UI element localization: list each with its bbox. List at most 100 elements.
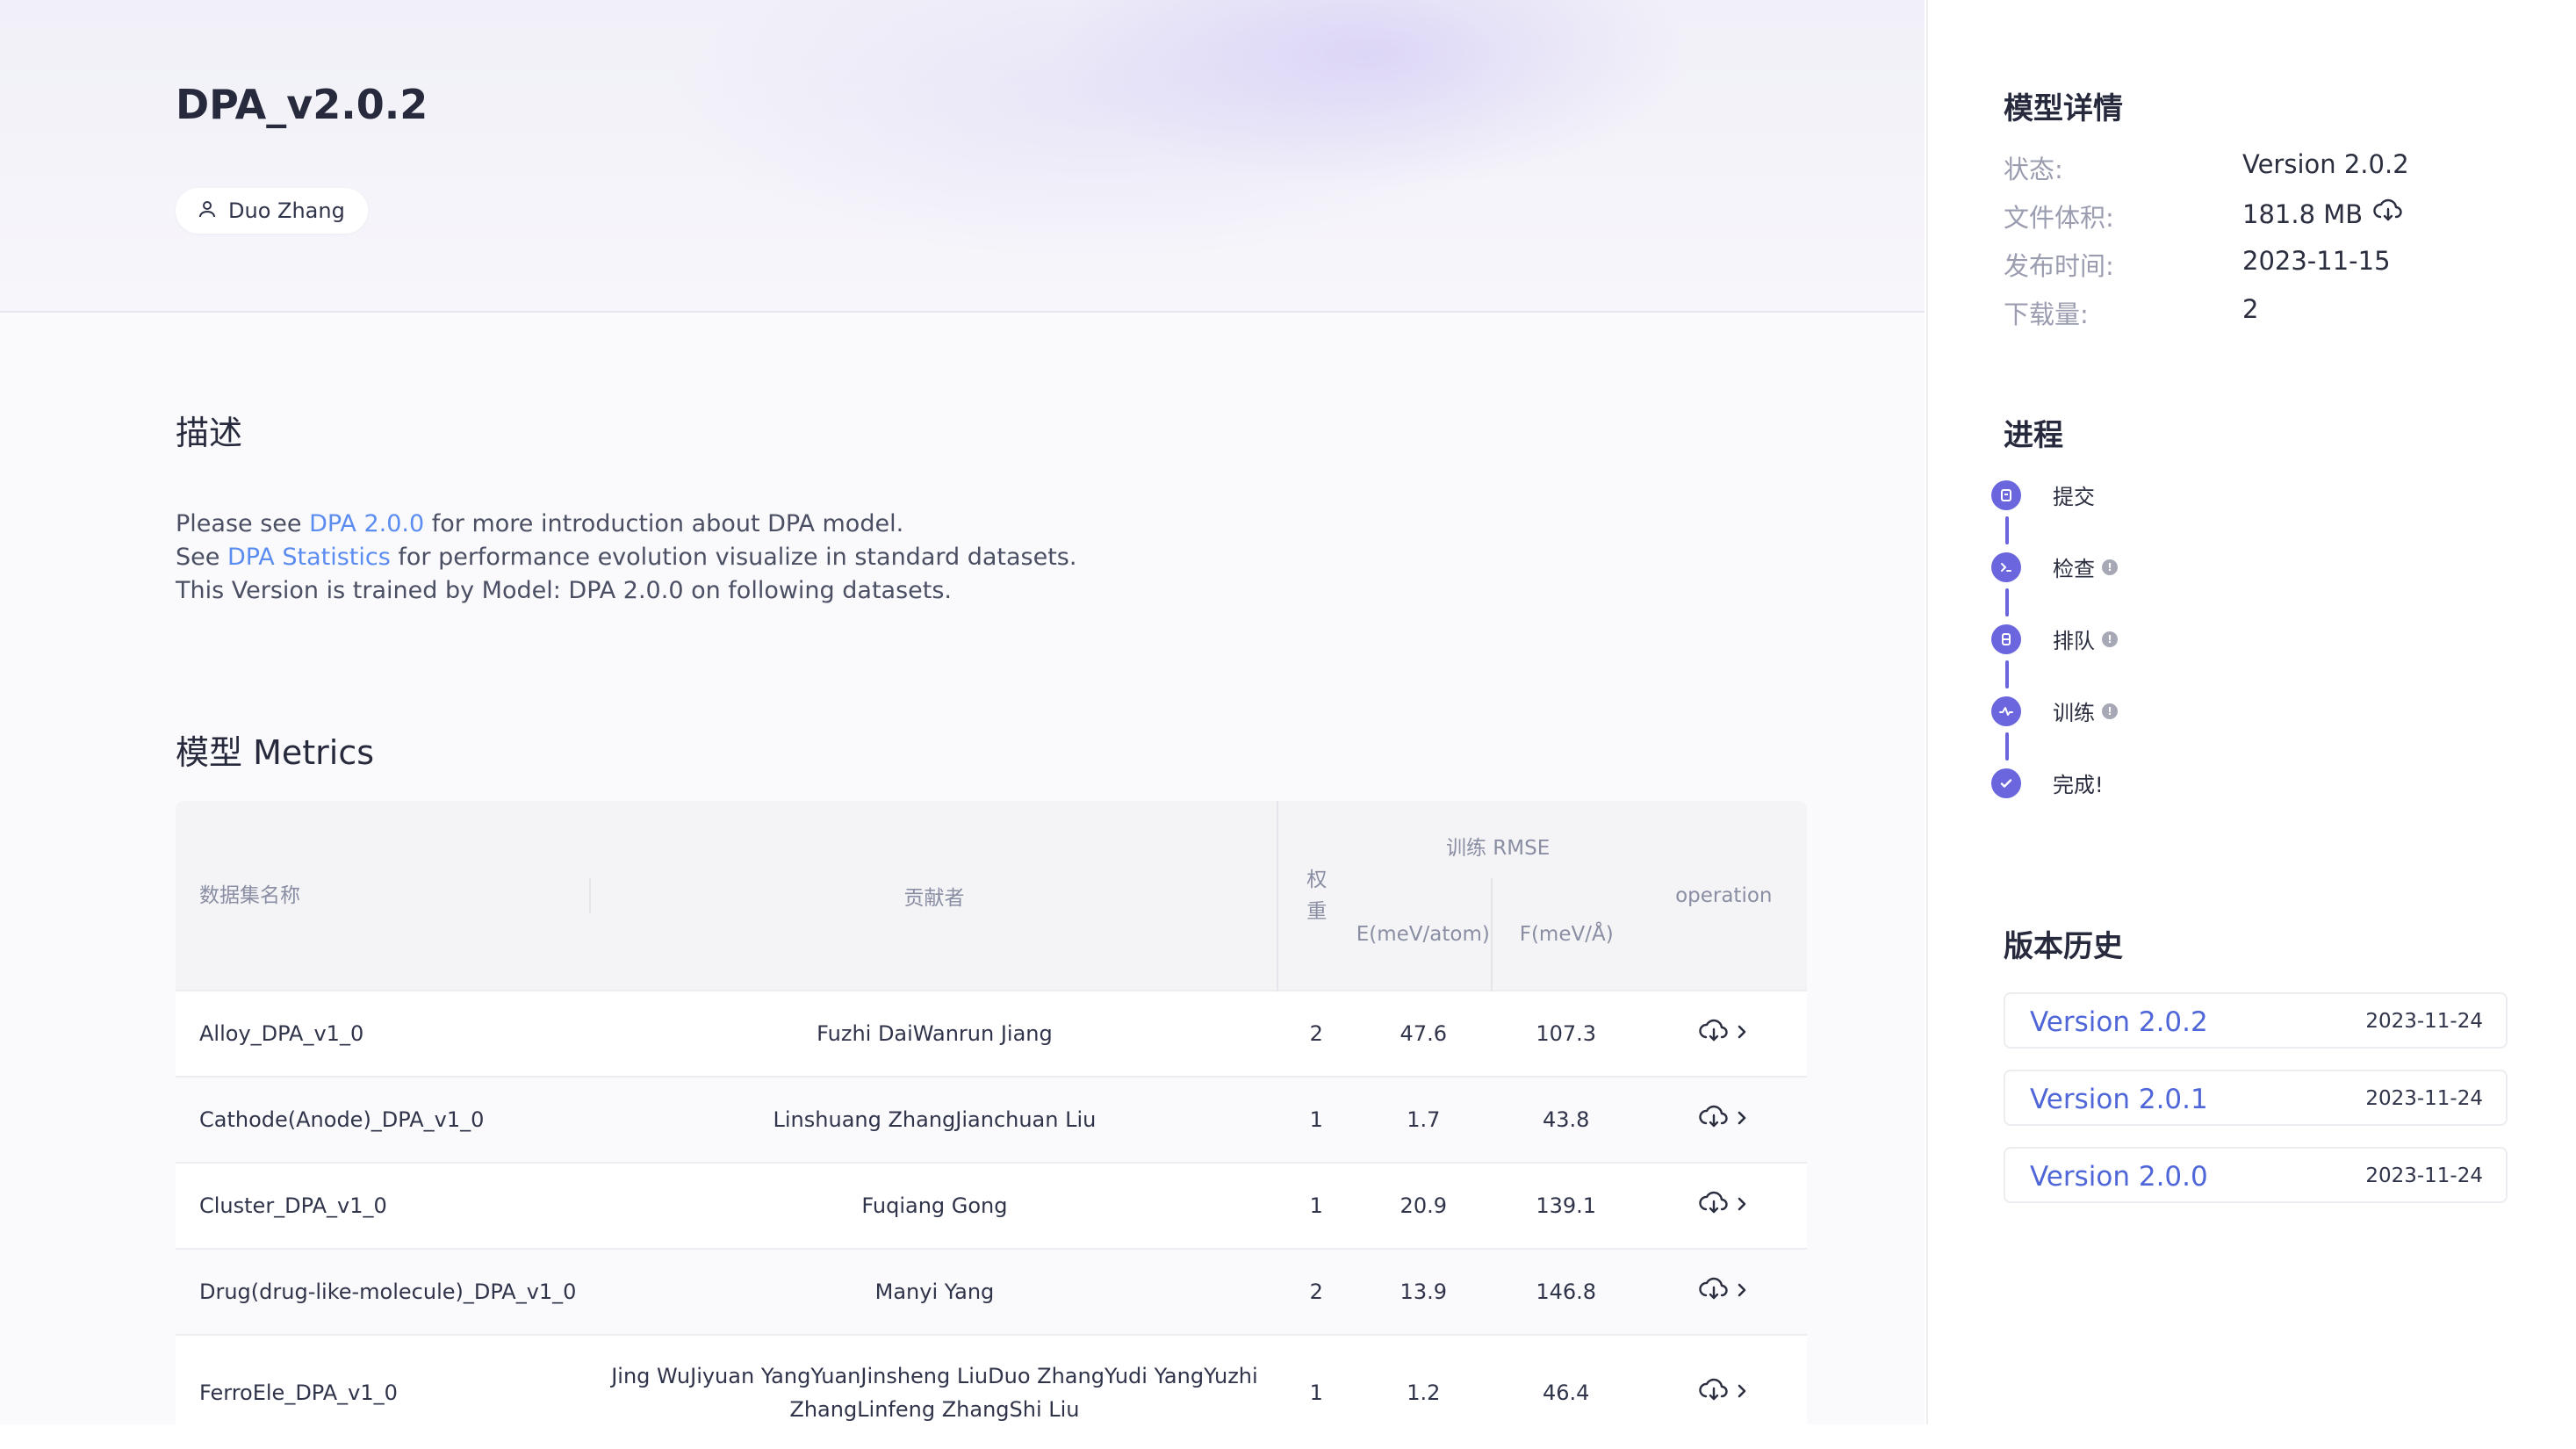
progress-step-label: 排队 bbox=[2053, 629, 2095, 653]
cell-contributor: Fuzhi DaiWanrun Jiang bbox=[592, 990, 1277, 1077]
progress-step-label: 提交 bbox=[2053, 485, 2095, 509]
col-force: F(meV/Å) bbox=[1491, 878, 1641, 991]
cell-dataset: Alloy_DPA_v1_0 bbox=[176, 990, 593, 1077]
col-weight: 权重 bbox=[1277, 801, 1356, 991]
cell-dataset: Cluster_DPA_v1_0 bbox=[176, 1162, 593, 1249]
version-date: 2023-11-24 bbox=[2365, 1010, 2483, 1033]
chevron-right-icon[interactable] bbox=[1736, 1280, 1748, 1304]
cell-weight: 1 bbox=[1277, 1076, 1356, 1163]
col-dataset: 数据集名称 bbox=[199, 877, 592, 913]
cell-weight: 2 bbox=[1277, 990, 1356, 1077]
metrics-heading: 模型 Metrics bbox=[176, 733, 375, 772]
chevron-right-icon[interactable] bbox=[1736, 1107, 1748, 1132]
cell-weight: 1 bbox=[1277, 1162, 1356, 1249]
detail-date-value: 2023-11-15 bbox=[2242, 246, 2391, 276]
document-icon bbox=[1991, 479, 2021, 510]
cell-force: 146.8 bbox=[1491, 1248, 1641, 1335]
cell-force: 139.1 bbox=[1491, 1162, 1641, 1249]
chevron-right-icon[interactable] bbox=[1736, 1193, 1748, 1218]
info-icon[interactable]: ! bbox=[2102, 703, 2118, 719]
progress-step: 提交 bbox=[1991, 479, 2095, 510]
cell-contributor: Jing WuJiyuan YangYuanJinsheng LiuDuo Zh… bbox=[592, 1334, 1277, 1449]
cell-contributor: Linshuang ZhangJianchuan Liu bbox=[592, 1076, 1277, 1163]
cell-operation bbox=[1640, 1248, 1807, 1335]
metrics-table: 数据集名称 贡献者 权重 训练 RMSE operation E(meV/ato… bbox=[176, 801, 1807, 1449]
download-icon[interactable] bbox=[1699, 1377, 1729, 1409]
cell-energy: 1.2 bbox=[1355, 1334, 1492, 1449]
progress-step: 检查! bbox=[1991, 551, 2118, 582]
download-icon[interactable] bbox=[1699, 1190, 1729, 1222]
progress-connector bbox=[2005, 732, 2009, 761]
main-panel: DPA_v2.0.2 Duo Zhang 描述 Please see DPA 2… bbox=[0, 0, 1925, 1449]
chevron-right-icon[interactable] bbox=[1736, 1381, 1748, 1405]
cell-operation bbox=[1640, 1162, 1807, 1249]
col-rmse-group: 训练 RMSE bbox=[1355, 801, 1641, 878]
download-icon[interactable] bbox=[1699, 1018, 1729, 1049]
description-heading: 描述 bbox=[176, 414, 243, 452]
version-date: 2023-11-24 bbox=[2365, 1087, 2483, 1110]
cell-force: 107.3 bbox=[1491, 990, 1641, 1077]
detail-size-value: 181.8 MB bbox=[2242, 198, 2364, 229]
user-icon bbox=[197, 198, 218, 223]
cell-operation bbox=[1640, 990, 1807, 1077]
progress-connector bbox=[2005, 660, 2009, 688]
progress-step-label: 检查 bbox=[2053, 557, 2095, 581]
cell-weight: 2 bbox=[1277, 1248, 1356, 1335]
progress-step-label: 完成! bbox=[2053, 773, 2104, 797]
version-card[interactable]: Version 2.0.1 2023-11-24 bbox=[2004, 1070, 2508, 1126]
sidebar: 模型详情 状态: Version 2.0.2 文件体积: 181.8 MB 发布… bbox=[1926, 0, 2576, 1424]
detail-status-value: Version 2.0.2 bbox=[2242, 149, 2409, 179]
progress-step: 排队! bbox=[1991, 624, 2118, 654]
cell-operation bbox=[1640, 1076, 1807, 1163]
description-text: Please see DPA 2.0.0 for more introducti… bbox=[176, 510, 1077, 604]
download-icon[interactable] bbox=[2373, 198, 2403, 230]
download-icon[interactable] bbox=[1699, 1276, 1729, 1308]
progress-connector bbox=[2005, 588, 2009, 616]
cell-energy: 47.6 bbox=[1355, 990, 1492, 1077]
progress-step: 训练! bbox=[1991, 696, 2118, 726]
cell-operation bbox=[1640, 1334, 1807, 1449]
chevron-right-icon[interactable] bbox=[1736, 1021, 1748, 1046]
cell-dataset: Cathode(Anode)_DPA_v1_0 bbox=[176, 1076, 593, 1163]
version-date: 2023-11-24 bbox=[2365, 1164, 2483, 1187]
table-row: Drug(drug-like-molecule)_DPA_v1_0 Manyi Y… bbox=[176, 1248, 1807, 1335]
table-row: FerroEle_DPA_v1_0 Jing WuJiyuan YangYuanJ… bbox=[176, 1334, 1807, 1449]
model-header: DPA_v2.0.2 Duo Zhang bbox=[0, 0, 1925, 313]
dpa-statistics-link[interactable]: DPA Statistics bbox=[227, 544, 391, 571]
download-icon[interactable] bbox=[1699, 1104, 1729, 1135]
progress-step-label: 训练 bbox=[2053, 701, 2095, 725]
version-link[interactable]: Version 2.0.0 bbox=[2030, 1161, 2208, 1193]
col-energy: E(meV/atom) bbox=[1355, 878, 1493, 991]
table-row: Cathode(Anode)_DPA_v1_0 Linshuang ZhangJi… bbox=[176, 1076, 1807, 1163]
table-row: Alloy_DPA_v1_0 Fuzhi DaiWanrun Jiang 2 47.6… bbox=[176, 990, 1807, 1077]
version-card[interactable]: Version 2.0.0 2023-11-24 bbox=[2004, 1147, 2508, 1203]
activity-icon bbox=[1991, 696, 2021, 726]
cell-force: 46.4 bbox=[1491, 1334, 1641, 1449]
info-icon[interactable]: ! bbox=[2102, 631, 2118, 647]
version-card[interactable]: Version 2.0.2 2023-11-24 bbox=[2004, 992, 2508, 1049]
cell-force: 43.8 bbox=[1491, 1076, 1641, 1163]
check-icon bbox=[1991, 768, 2021, 798]
version-link[interactable]: Version 2.0.2 bbox=[2030, 1006, 2208, 1038]
author-chip[interactable]: Duo Zhang bbox=[176, 188, 368, 234]
col-contributor: 贡献者 bbox=[592, 801, 1278, 991]
version-link[interactable]: Version 2.0.1 bbox=[2030, 1084, 2208, 1115]
author-name: Duo Zhang bbox=[228, 198, 345, 223]
queue-icon bbox=[1991, 624, 2021, 654]
terminal-icon bbox=[1991, 551, 2021, 582]
progress-step: 完成! bbox=[1991, 768, 2104, 798]
col-operation: operation bbox=[1640, 801, 1807, 991]
cell-contributor: Manyi Yang bbox=[592, 1248, 1277, 1335]
detail-downloads-value: 2 bbox=[2242, 294, 2259, 324]
cell-energy: 20.9 bbox=[1355, 1162, 1492, 1249]
history-heading: 版本历史 bbox=[2004, 929, 2123, 964]
info-icon[interactable]: ! bbox=[2102, 559, 2118, 575]
cell-energy: 1.7 bbox=[1355, 1076, 1492, 1163]
dpa-200-link[interactable]: DPA 2.0.0 bbox=[309, 510, 424, 537]
cell-dataset: FerroEle_DPA_v1_0 bbox=[176, 1334, 593, 1449]
progress-heading: 进程 bbox=[2004, 418, 2063, 453]
cell-dataset: Drug(drug-like-molecule)_DPA_v1_0 bbox=[176, 1248, 593, 1335]
progress-connector bbox=[2005, 516, 2009, 544]
details-heading: 模型详情 bbox=[2004, 91, 2123, 126]
table-row: Cluster_DPA_v1_0 Fuqiang Gong 1 20.9 139.1 bbox=[176, 1162, 1807, 1249]
